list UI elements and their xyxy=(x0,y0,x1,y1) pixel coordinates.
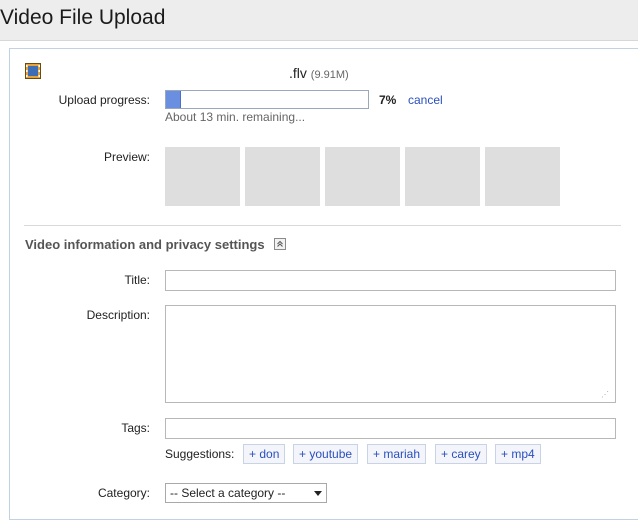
section-divider xyxy=(24,225,621,226)
file-size: (9.91M) xyxy=(310,69,349,81)
preview-thumbnail xyxy=(165,147,240,206)
category-select[interactable]: -- Select a category -- xyxy=(165,483,327,503)
category-label: Category: xyxy=(97,486,150,500)
tags-input[interactable] xyxy=(165,418,616,439)
page-title: Video File Upload xyxy=(0,6,166,29)
tag-suggestion-chip[interactable]: + carey xyxy=(435,444,487,464)
description-label: Description: xyxy=(86,308,150,322)
tags-label: Tags: xyxy=(121,421,150,435)
resize-grip-icon[interactable]: ⋰ xyxy=(601,391,611,399)
description-textarea[interactable] xyxy=(165,305,616,403)
file-name-text: .flv xyxy=(289,65,307,81)
preview-thumbnail xyxy=(245,147,320,206)
upload-progress-label: Upload progress: xyxy=(58,93,150,107)
tag-suggestion-chip[interactable]: + don xyxy=(243,444,286,464)
suggestions-label: Suggestions: xyxy=(165,447,235,461)
preview-thumbnail xyxy=(325,147,400,206)
chevron-down-icon xyxy=(314,491,322,496)
cancel-link[interactable]: cancel xyxy=(408,93,443,107)
title-input[interactable] xyxy=(165,270,616,291)
collapse-up-icon[interactable] xyxy=(274,238,286,250)
preview-thumbnail xyxy=(405,147,480,206)
preview-label: Preview: xyxy=(103,150,150,164)
file-name: .flv (9.91M) xyxy=(289,65,349,81)
category-selected-value: -- Select a category -- xyxy=(170,486,286,500)
upload-progress-bar xyxy=(165,90,369,109)
tag-suggestion-chip[interactable]: + youtube xyxy=(293,444,359,464)
title-label: Title: xyxy=(124,273,150,287)
time-remaining: About 13 min. remaining... xyxy=(165,110,306,124)
section-title: Video information and privacy settings xyxy=(25,237,265,252)
tag-suggestion-chip[interactable]: + mariah xyxy=(367,444,427,464)
upload-progress-fill xyxy=(166,91,182,108)
preview-thumbnail xyxy=(485,147,560,206)
page-header: Video File Upload xyxy=(0,0,638,41)
tag-suggestion-chip[interactable]: + mp4 xyxy=(495,444,541,464)
film-icon xyxy=(25,63,41,79)
upload-percent: 7% xyxy=(379,93,397,107)
